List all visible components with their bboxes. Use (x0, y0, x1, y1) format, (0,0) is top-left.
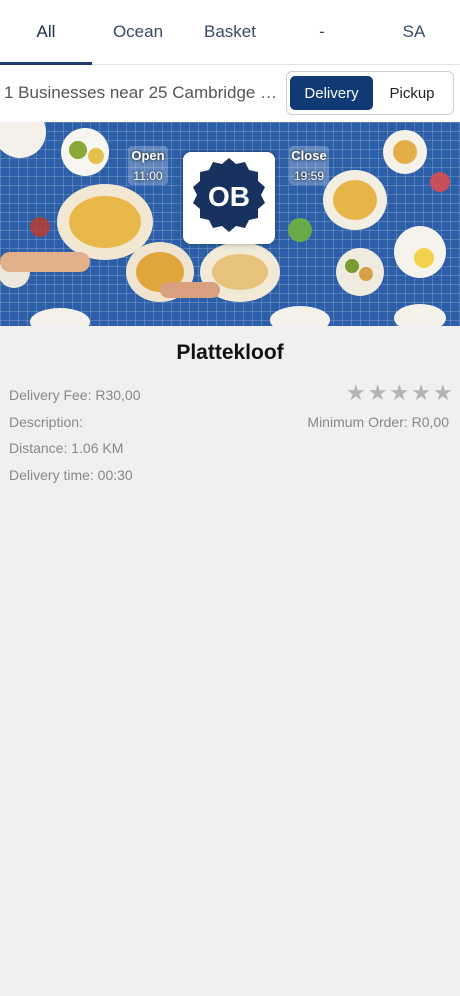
delivery-fee: Delivery Fee: R30,00 (9, 387, 141, 403)
tab-basket[interactable]: Basket (184, 0, 276, 64)
close-time: 19:59 (293, 169, 325, 183)
star-icon: ★ (389, 380, 410, 405)
category-tabs: All Ocean Basket - SA (0, 0, 460, 65)
open-time: 11:00 (133, 169, 163, 183)
minimum-order: Minimum Order: R0,00 (307, 414, 449, 430)
description: Description: (9, 414, 83, 430)
close-hours: Close 19:59 (289, 146, 329, 185)
store-logo[interactable]: OB (183, 152, 275, 244)
distance: Distance: 1.06 KM (9, 440, 124, 456)
delivery-pickup-toggle: Delivery Pickup (286, 71, 454, 115)
delivery-time: Delivery time: 00:30 (9, 467, 133, 483)
tab-sa[interactable]: SA (368, 0, 460, 64)
open-hours: Open 11:00 (128, 146, 168, 185)
location-bar: 1 Businesses near 25 Cambridge Cre... De… (0, 65, 460, 122)
ob-badge-icon: OB (193, 158, 265, 232)
tab-label: All (36, 22, 56, 41)
close-label: Close (291, 148, 327, 163)
star-icon: ★ (411, 380, 431, 405)
tab-all[interactable]: All (0, 0, 92, 65)
store-name: Plattekloof (176, 341, 284, 364)
star-icon: ★ (346, 380, 366, 405)
tab-label: - (319, 22, 325, 41)
businesses-near-text[interactable]: 1 Businesses near 25 Cambridge Cre... (4, 83, 280, 103)
tab-label: Ocean (112, 22, 164, 41)
rating-stars: ★ ★ ★ ★ ★ (346, 381, 453, 405)
open-label: Open (131, 148, 165, 163)
pickup-button[interactable]: Pickup (375, 76, 449, 110)
logo-text: OB (208, 181, 250, 212)
tab-label: Basket (204, 22, 256, 41)
star-icon: ★ (367, 380, 388, 405)
tab-label: SA (402, 22, 426, 41)
delivery-button[interactable]: Delivery (290, 76, 373, 110)
store-banner-image[interactable]: Open 11:00 Close 19:59 OB (0, 122, 460, 326)
tab-ocean[interactable]: Ocean (92, 0, 184, 64)
star-icon: ★ (432, 380, 453, 405)
tab-dash[interactable]: - (276, 0, 368, 64)
